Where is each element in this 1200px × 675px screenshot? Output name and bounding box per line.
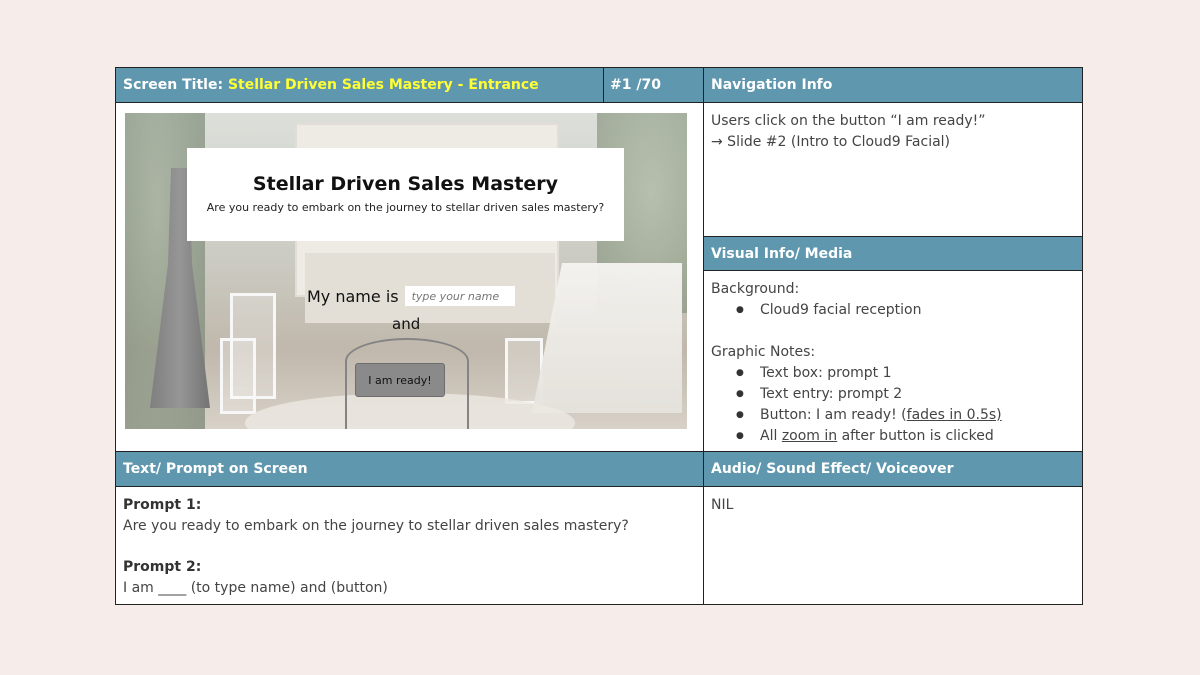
zoom-note-suffix: after button is clicked xyxy=(837,428,994,444)
navigation-line-1: Users click on the button “I am ready!” xyxy=(711,113,986,129)
slide-number-header: #1 /70 xyxy=(603,68,704,102)
fades-in-link[interactable]: fades in 0.5s) xyxy=(907,407,1002,423)
slide-preview: Stellar Driven Sales Mastery Are you rea… xyxy=(125,113,687,429)
divider xyxy=(603,68,604,102)
audio-content: NIL xyxy=(704,487,1082,604)
divider xyxy=(116,486,1082,487)
slide-number: #1 /70 xyxy=(610,77,661,93)
text-prompt-label: Text/ Prompt on Screen xyxy=(123,461,308,477)
prompt-2-label: Prompt 2: xyxy=(123,559,202,575)
graphic-note-item: Text box: prompt 1 xyxy=(736,363,1075,384)
divider xyxy=(116,102,1082,103)
prompt-2-text: I am ____ (to type name) and (button) xyxy=(123,580,388,596)
divider xyxy=(703,68,704,604)
divider xyxy=(703,270,1082,271)
name-entry-row: My name is xyxy=(307,286,515,306)
prompt-1-label: Prompt 1: xyxy=(123,497,202,513)
screen-title-header: Screen Title: Stellar Driven Sales Maste… xyxy=(116,68,603,102)
background-item: Cloud9 facial reception xyxy=(736,300,1075,321)
visual-info-label: Visual Info/ Media xyxy=(711,245,853,262)
name-label: My name is xyxy=(307,286,399,306)
divider xyxy=(703,236,1082,237)
button-note-text: Button: I am ready! ( xyxy=(760,407,907,423)
navigation-info-label: Navigation Info xyxy=(711,77,833,93)
audio-label: Audio/ Sound Effect/ Voiceover xyxy=(711,461,954,477)
visual-info-header: Visual Info/ Media xyxy=(704,237,1082,270)
text-prompt-content: Prompt 1: Are you ready to embark on the… xyxy=(116,487,704,604)
navigation-info-content: Users click on the button “I am ready!” … xyxy=(704,103,1082,236)
storyboard-table: Screen Title: Stellar Driven Sales Maste… xyxy=(115,67,1083,605)
background-label: Background: xyxy=(711,281,800,297)
graphic-note-item-zoom: All zoom in after button is clicked xyxy=(736,426,1075,447)
divider xyxy=(116,451,1082,452)
slide-title: Stellar Driven Sales Mastery xyxy=(252,173,559,195)
name-input[interactable] xyxy=(404,286,515,306)
graphic-notes-label: Graphic Notes: xyxy=(711,344,816,360)
graphic-notes-list: Text box: prompt 1 Text entry: prompt 2 … xyxy=(711,363,1075,447)
screen-title-label: Screen Title: xyxy=(123,77,224,93)
prompt-1-text: Are you ready to embark on the journey t… xyxy=(123,518,629,534)
audio-header: Audio/ Sound Effect/ Voiceover xyxy=(704,452,1082,486)
zoom-note-prefix: All xyxy=(760,428,782,444)
navigation-info-header: Navigation Info xyxy=(704,68,1082,102)
slide-subtitle: Are you ready to embark on the journey t… xyxy=(206,201,605,214)
graphic-note-item: Text entry: prompt 2 xyxy=(736,384,1075,405)
graphic-note-item-button: Button: I am ready! (fades in 0.5s) xyxy=(736,405,1075,426)
text-prompt-header: Text/ Prompt on Screen xyxy=(116,452,704,486)
and-label: and xyxy=(392,315,421,333)
background-list: Cloud9 facial reception xyxy=(711,300,1075,321)
screen-title-value: Stellar Driven Sales Mastery - Entrance xyxy=(227,77,539,93)
zoom-in-link[interactable]: zoom in xyxy=(782,428,837,444)
visual-info-content: Background: Cloud9 facial reception Grap… xyxy=(704,271,1082,451)
navigation-line-2: → Slide #2 (Intro to Cloud9 Facial) xyxy=(711,134,951,150)
prompt-text-box: Stellar Driven Sales Mastery Are you rea… xyxy=(187,148,624,241)
i-am-ready-button[interactable]: I am ready! xyxy=(355,363,445,397)
audio-value: NIL xyxy=(711,497,734,513)
